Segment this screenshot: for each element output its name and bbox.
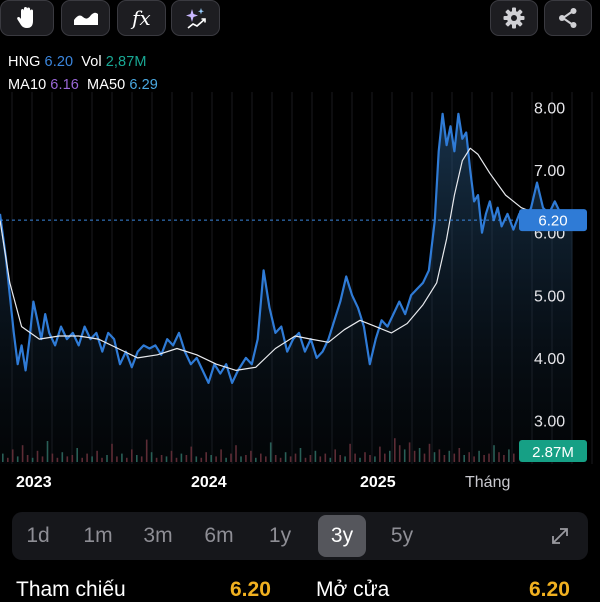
y-tick-label: 4.00 <box>534 351 565 368</box>
range-5y[interactable]: 5y <box>378 515 426 557</box>
y-tick-label: 5.00 <box>534 288 565 305</box>
legend-vol-value: 2,87M <box>105 54 147 70</box>
legend-row-ma: MA10 6.16 MA50 6.29 <box>8 77 162 93</box>
range-selector: 1d 1m 3m 6m 1y 3y 5y <box>12 512 588 560</box>
fx-icon: fx <box>130 6 151 30</box>
volume-label: 2.87M <box>532 444 574 461</box>
sparkle-icon <box>185 8 206 29</box>
y-tick-label: 8.00 <box>534 101 565 118</box>
open-price-value: 6.20 <box>529 578 570 601</box>
range-1d[interactable]: 1d <box>14 515 62 557</box>
y-tick-label: 7.00 <box>534 163 565 180</box>
ai-analysis-button[interactable] <box>171 0 220 36</box>
price-chart[interactable]: 8.007.006.005.004.003.00 6.20 2.87M <box>0 92 600 464</box>
legend-vol-label: Vol <box>81 54 102 70</box>
range-1y[interactable]: 1y <box>256 515 304 557</box>
price-area <box>0 113 573 464</box>
x-label-month: Tháng <box>465 474 511 491</box>
x-label-2025: 2025 <box>360 474 396 491</box>
legend-price: 6.20 <box>44 54 74 70</box>
volume-tag: 2.87M <box>519 440 587 462</box>
fullscreen-button[interactable] <box>548 524 572 553</box>
open-price-label: Mở cửa <box>316 578 390 601</box>
legend-ma50-label: MA50 <box>87 77 126 93</box>
gear-icon <box>503 7 525 29</box>
legend-ma10-value: 6.16 <box>50 77 79 93</box>
hand-tool-button[interactable] <box>0 0 54 36</box>
range-3m[interactable]: 3m <box>134 515 182 557</box>
legend-ma10-label: MA10 <box>8 77 47 93</box>
area-chart-icon <box>73 12 98 25</box>
x-label-2024: 2024 <box>191 474 227 491</box>
x-label-2023: 2023 <box>16 474 52 491</box>
share-button[interactable] <box>544 0 592 36</box>
x-axis: 2023 2024 2025 Tháng <box>0 474 600 494</box>
ref-price-value: 6.20 <box>230 578 271 601</box>
chart-toolbar: fx <box>0 0 600 40</box>
chart-type-button[interactable] <box>61 0 110 36</box>
settings-button[interactable] <box>490 0 538 36</box>
expand-icon <box>552 528 568 544</box>
legend-symbol: HNG <box>8 54 41 70</box>
y-tick-label: 3.00 <box>534 414 565 431</box>
legend-ma50-value: 6.29 <box>129 77 158 93</box>
fx-label: fx <box>130 6 151 30</box>
legend-row-price: HNG 6.20 Vol 2,87M <box>8 54 151 70</box>
range-1m[interactable]: 1m <box>74 515 122 557</box>
hand-icon <box>17 7 33 28</box>
share-icon <box>559 8 577 28</box>
indicators-button[interactable]: fx <box>117 0 166 36</box>
current-price-tag: 6.20 <box>519 209 587 232</box>
current-price-label: 6.20 <box>538 213 567 230</box>
range-6m[interactable]: 6m <box>195 515 243 557</box>
range-3y[interactable]: 3y <box>318 515 366 557</box>
ref-price-label: Tham chiếu <box>16 578 126 601</box>
